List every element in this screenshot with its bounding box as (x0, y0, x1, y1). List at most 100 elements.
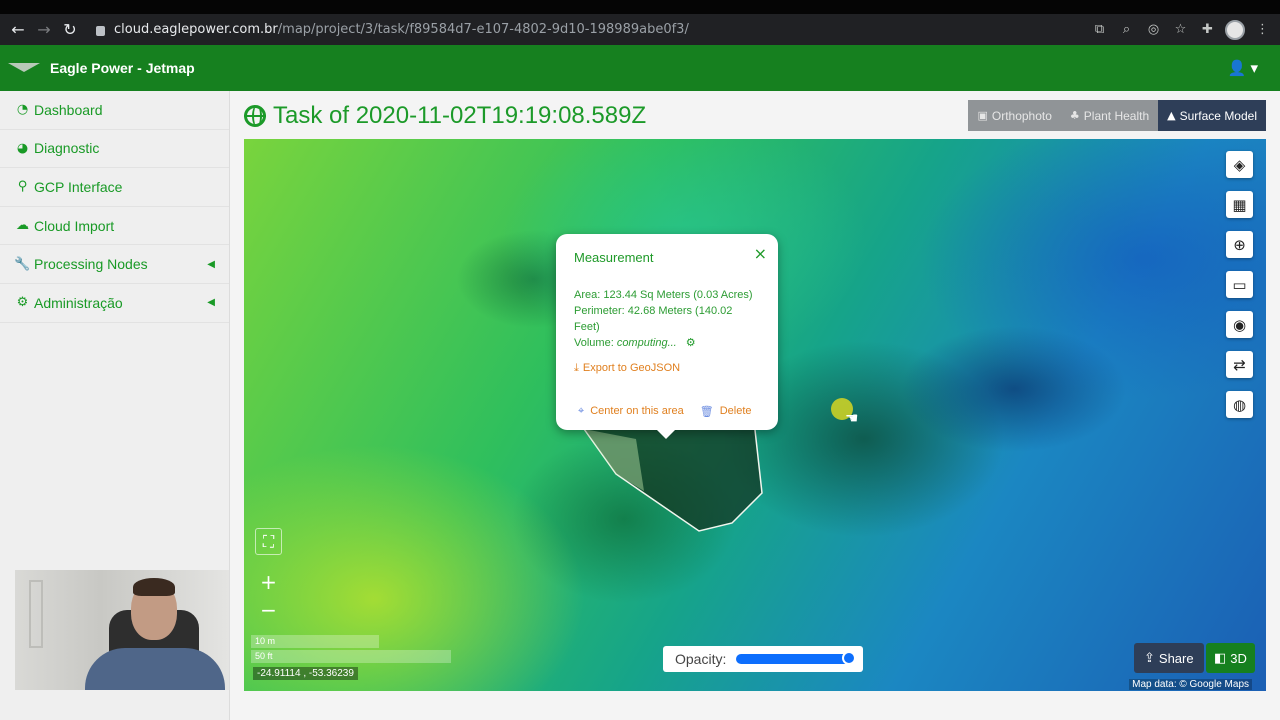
address-bar[interactable]: cloud.eaglepower.com.br/map/project/3/ta… (96, 14, 689, 45)
kebab-menu-icon[interactable]: ⋮ (1253, 20, 1272, 39)
close-icon[interactable]: × (754, 244, 767, 263)
share-button[interactable]: ⇪ Share (1134, 643, 1204, 673)
popup-title: Measurement (574, 250, 654, 265)
trash-icon: 🗑 (699, 404, 714, 418)
page-title: Task of 2020-11-02T19:19:08.589Z (244, 102, 646, 130)
user-icon: 👤 (1227, 59, 1247, 77)
scale-feet: 50 ft (251, 650, 451, 663)
zoom-icon[interactable]: ⌕ (1117, 20, 1136, 39)
tab-surface-model[interactable]: ▲ Surface Model (1158, 100, 1266, 131)
lock-icon (96, 25, 105, 36)
gear-icon[interactable]: ⚙ (686, 335, 696, 351)
back-arrow-icon[interactable]: ← (5, 17, 31, 43)
share-label: Share (1158, 650, 1194, 666)
center-label: Center on this area (590, 405, 684, 417)
fullscreen-icon[interactable]: ⛶ (255, 528, 282, 555)
opacity-label: Opacity: (675, 651, 727, 667)
cloud-upload-icon: ☁ (16, 218, 29, 234)
sidebar-item-label: Diagnostic (34, 140, 100, 157)
dashboard-icon: ◔ (16, 102, 29, 118)
zoom-controls: + − (255, 568, 282, 624)
chevron-left-icon[interactable]: ◀ (207, 259, 215, 270)
sidebar-item-dashboard[interactable]: ◔ Dashboard (0, 91, 229, 130)
app-header: Eagle Power - Jetmap 👤 ▾ (0, 45, 1280, 91)
webcam-person-body (85, 648, 225, 690)
swipe-compare-icon[interactable]: ⇄ (1226, 351, 1253, 378)
url-host: cloud.eaglepower.com.br (114, 22, 278, 37)
screen-top-strip (0, 0, 1280, 14)
delete-label: Delete (719, 405, 752, 417)
eye-off-icon[interactable]: ◎ (1144, 20, 1163, 39)
reload-icon[interactable]: ↻ (57, 17, 83, 43)
sidebar-item-diagnostic[interactable]: ◕ Diagnostic (0, 130, 229, 169)
layers-icon[interactable]: ◈ (1226, 151, 1253, 178)
map-view[interactable]: ☚ ◈ ▦ ⊕ ▭ ◉ ⇄ ◍ ⛶ + − 10 m 50 ft -24.911… (244, 139, 1266, 691)
delete-link[interactable]: 🗑 Delete (700, 404, 752, 418)
measure-icon[interactable]: ▭ (1226, 271, 1253, 298)
sidebar-item-label: GCP Interface (34, 178, 123, 195)
area-chart-icon: ▲ (1167, 109, 1176, 122)
popup-actions: ⌖ Center on this area 🗑 Delete (578, 404, 752, 418)
caret-down-icon: ▾ (1250, 59, 1258, 77)
user-menu[interactable]: 👤 ▾ (1228, 59, 1258, 77)
sidebar-item-cloud-import[interactable]: ☁ Cloud Import (0, 207, 229, 246)
zoom-out-icon[interactable]: − (255, 596, 282, 624)
tab-plant-health[interactable]: ♣ Plant Health (1060, 100, 1159, 131)
grid-icon[interactable]: ▦ (1226, 191, 1253, 218)
zoom-in-icon[interactable]: + (255, 568, 282, 596)
cube-icon: ◧ (1214, 650, 1227, 666)
opacity-slider-handle[interactable] (842, 651, 857, 665)
area-value: Area: 123.44 Sq Meters (0.03 Acres) (574, 289, 753, 301)
globe-icon (244, 105, 266, 127)
perimeter-value: Perimeter: 42.68 Meters (140.02 (574, 305, 733, 317)
webcam-overlay (15, 570, 229, 690)
browser-toolbar: ← → ↻ cloud.eaglepower.com.br/map/projec… (0, 14, 1280, 45)
sidebar-item-administracao[interactable]: ⚙ Administração ◀ (0, 284, 229, 323)
sidebar: ◔ Dashboard ◕ Diagnostic ⚲ GCP Interface… (0, 91, 230, 720)
forward-arrow-icon[interactable]: → (31, 17, 57, 43)
sidebar-item-label: Cloud Import (34, 217, 115, 234)
export-label: Export to GeoJSON (582, 362, 681, 374)
download-icon: ⤓ (574, 361, 579, 374)
map-marker-icon: ⚲ (17, 179, 28, 195)
opacity-slider[interactable] (736, 651, 857, 665)
volume-row: Volume: computing... ⚙ (574, 335, 760, 351)
export-geojson-link[interactable]: ⤓ Export to GeoJSON (574, 361, 760, 375)
perimeter-value-unit: Feet) (574, 321, 600, 333)
gears-icon: ⚙ (16, 295, 29, 311)
plant-icon: ♣ (1069, 109, 1080, 122)
layer-tabs: ▣ Orthophoto ♣ Plant Health ▲ Surface Mo… (968, 100, 1266, 131)
sidebar-item-label: Administração (34, 294, 123, 311)
chevron-left-icon[interactable]: ◀ (207, 297, 215, 308)
translate-icon[interactable]: ⧉ (1090, 20, 1109, 39)
image-icon: ▣ (977, 109, 988, 122)
webcam-person-hair (133, 578, 175, 596)
eagle-logo-icon[interactable] (8, 60, 40, 76)
cursor-coordinates: -24.91114 , -53.36239 (253, 667, 358, 680)
task-title: Task of 2020-11-02T19:19:08.589Z (273, 102, 647, 129)
hand-cursor-icon: ☚ (845, 409, 859, 427)
url-path: /map/project/3/task/f89584d7-e107-4802-9… (277, 22, 689, 37)
eye-target-icon[interactable]: ◉ (1226, 311, 1253, 338)
add-circle-icon[interactable]: ⊕ (1226, 231, 1253, 258)
volume-label: Volume: (574, 337, 614, 349)
sidebar-item-gcp-interface[interactable]: ⚲ GCP Interface (0, 168, 229, 207)
tab-label: Plant Health (1083, 108, 1150, 123)
wrench-icon: 🔧 (14, 256, 31, 272)
sidebar-item-label: Dashboard (34, 101, 103, 118)
brand-name[interactable]: Eagle Power - Jetmap (50, 60, 195, 76)
tab-orthophoto[interactable]: ▣ Orthophoto (968, 100, 1061, 131)
view-3d-button[interactable]: ◧ 3D (1206, 643, 1255, 673)
crosshair-icon: ⌖ (578, 404, 585, 417)
opacity-control: Opacity: (663, 646, 863, 672)
profile-avatar[interactable] (1225, 19, 1245, 40)
volume-value: computing... (616, 337, 677, 349)
pie-chart-icon: ◕ (16, 140, 29, 156)
sidebar-item-processing-nodes[interactable]: 🔧 Processing Nodes ◀ (0, 245, 229, 284)
tab-label: Surface Model (1179, 108, 1257, 123)
center-on-area-link[interactable]: ⌖ Center on this area (578, 404, 684, 418)
basemap-icon[interactable]: ◍ (1226, 391, 1253, 418)
3d-label: 3D (1230, 650, 1247, 666)
extensions-icon[interactable]: ✚ (1198, 20, 1217, 39)
star-icon[interactable]: ☆ (1171, 20, 1190, 39)
